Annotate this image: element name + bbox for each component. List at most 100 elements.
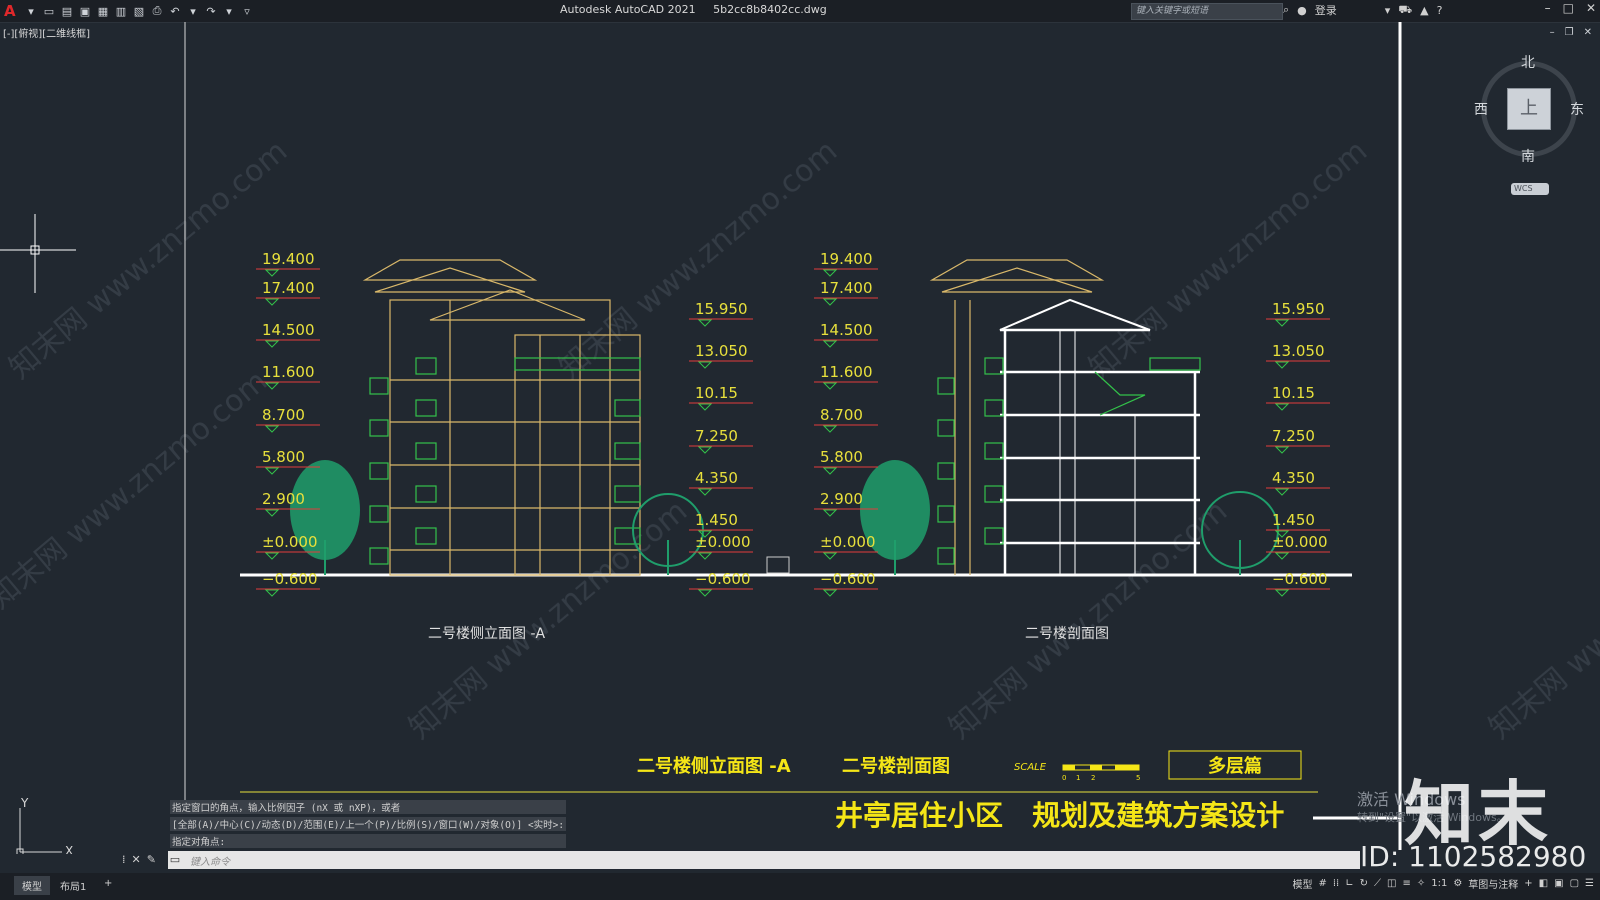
elevation-label: 17.400 — [820, 279, 873, 297]
open-folder-icon[interactable]: ▤ — [60, 4, 74, 18]
snap-icon[interactable]: ⁞⁞ — [1333, 878, 1339, 889]
compass-west[interactable]: 西 — [1474, 99, 1488, 119]
elevation-marker — [1274, 446, 1290, 454]
id-watermark: ID: 1102582980 — [1360, 840, 1587, 873]
annotation-scale-icon[interactable]: ✧ — [1417, 878, 1425, 889]
print-icon[interactable]: ⎙ — [150, 4, 164, 18]
tab-layout1[interactable]: 布局1 — [52, 876, 94, 895]
command-prompt-icon[interactable]: ▭ — [168, 853, 182, 867]
drawing-canvas[interactable]: 知末网 www.znzmo.com 知末网 www.znzmo.com 知末网 … — [0, 22, 1600, 854]
elevation-label: −0.600 — [820, 570, 876, 588]
a360-icon[interactable]: ▲ — [1420, 4, 1428, 17]
elevation-label: 7.250 — [695, 427, 738, 445]
stamp-text: 多层篇 — [1208, 755, 1262, 777]
hardware-accel-icon[interactable]: ▣ — [1554, 878, 1563, 889]
plus-icon[interactable]: + — [1524, 878, 1532, 889]
caption-elevation-a: 二号楼侧立面图 -A — [428, 626, 546, 642]
file-name: 5b2cc8b8402cc.dwg — [713, 3, 827, 16]
gear-icon[interactable]: ⚙ — [1453, 878, 1462, 889]
command-line-tools: ⁞ ✕ ✎ — [122, 853, 156, 866]
web-mobile-save-icon[interactable]: ▧ — [132, 4, 146, 18]
command-grip-icon[interactable]: ⁞ — [122, 853, 126, 866]
command-customize-icon[interactable]: ✎ — [147, 853, 156, 866]
elevation-marker — [264, 509, 280, 517]
project-title: 井亭居住小区 规划及建筑方案设计 — [835, 799, 1284, 832]
osnap-icon[interactable]: ◫ — [1387, 878, 1396, 889]
save-as-icon[interactable]: ▦ — [96, 4, 110, 18]
elevation-marker — [822, 298, 838, 306]
command-line[interactable]: ▭ 键入命令 — [168, 851, 1360, 869]
car — [766, 556, 790, 574]
login-dropdown-icon[interactable]: ▾ — [1385, 4, 1391, 17]
scale-bar: 0 1 2 5 — [1062, 764, 1140, 782]
watermark-text: 知末网 www.znzmo.com — [1483, 494, 1600, 746]
window-controls: – □ ✕ — [1545, 1, 1596, 15]
save-icon[interactable]: ▣ — [78, 4, 92, 18]
user-icon[interactable]: ● — [1297, 4, 1307, 17]
elevation-label: 19.400 — [820, 250, 873, 268]
app-menu-chevron-icon[interactable]: ▾ — [24, 4, 38, 18]
elevation-marker — [1274, 488, 1290, 496]
elevation-label: ±0.000 — [695, 533, 751, 551]
elevation-label: −0.600 — [1272, 570, 1328, 588]
autocad-logo-icon[interactable]: A — [4, 2, 20, 20]
tab-model[interactable]: 模型 — [14, 876, 50, 895]
redo-dropdown-icon[interactable]: ▾ — [222, 4, 236, 18]
search-icon[interactable]: ⌕ — [1283, 3, 1289, 17]
elevation-label: 11.600 — [262, 363, 315, 381]
command-input[interactable]: 键入命令 — [186, 853, 1360, 868]
wcs-menu-button[interactable]: WCS — [1511, 183, 1549, 195]
compass-east[interactable]: 东 — [1570, 99, 1584, 119]
elevation-label: ±0.000 — [820, 533, 876, 551]
elevation-marker — [822, 425, 838, 433]
elevation-marker — [264, 298, 280, 306]
polar-icon[interactable]: ↻ — [1360, 878, 1368, 889]
undo-dropdown-icon[interactable]: ▾ — [186, 4, 200, 18]
lineweight-icon[interactable]: ≡ — [1402, 878, 1410, 889]
minimize-icon[interactable]: – — [1545, 1, 1551, 15]
elevation-marker — [697, 446, 713, 454]
elevation-marker — [822, 589, 838, 597]
redo-icon[interactable]: ↷ — [204, 4, 218, 18]
cart-icon[interactable]: ⛟ — [1398, 3, 1412, 18]
elevation-marker — [1274, 403, 1290, 411]
annotation-scale-value[interactable]: 1:1 — [1431, 878, 1447, 889]
scale-tick: 0 — [1062, 774, 1066, 782]
elevation-label: 2.900 — [820, 490, 863, 508]
workspace-switch[interactable]: 草图与注释 — [1468, 876, 1518, 891]
add-layout-tab[interactable]: + — [96, 876, 120, 891]
viewcube-top-face[interactable]: 上 — [1507, 88, 1551, 130]
elevation-marker — [822, 340, 838, 348]
grid-icon[interactable]: # — [1318, 878, 1326, 889]
elevation-marker — [1274, 552, 1290, 560]
elevation-label: 5.800 — [262, 448, 305, 466]
elevation-marker — [1274, 361, 1290, 369]
app-title: Autodesk AutoCAD 2021 — [560, 3, 696, 16]
model-space-toggle[interactable]: 模型 — [1292, 876, 1312, 891]
undo-icon[interactable]: ↶ — [168, 4, 182, 18]
new-file-icon[interactable]: ▭ — [42, 4, 56, 18]
customize-qat-icon[interactable]: ▿ — [240, 4, 254, 18]
watermark-layer: 知末网 www.znzmo.com 知末网 www.znzmo.com 知末网 … — [0, 134, 1600, 746]
window-title: Autodesk AutoCAD 2021 5b2cc8b8402cc.dwg — [560, 3, 841, 16]
customize-menu-icon[interactable]: ☰ — [1585, 878, 1594, 889]
elevation-marker — [264, 425, 280, 433]
command-close-icon[interactable]: ✕ — [132, 853, 141, 866]
maximize-icon[interactable]: □ — [1563, 1, 1574, 15]
isolate-icon[interactable]: ◧ — [1539, 878, 1548, 889]
elevation-label: 15.950 — [695, 300, 748, 318]
login-link[interactable]: 登录 — [1315, 2, 1337, 18]
clean-screen-icon[interactable]: ▢ — [1570, 878, 1579, 889]
help-icon[interactable]: ? — [1437, 4, 1443, 17]
search-input[interactable]: 键入关键字或短语 — [1131, 3, 1283, 20]
isometric-icon[interactable]: ⟋ — [1374, 878, 1381, 889]
compass-north[interactable]: 北 — [1521, 52, 1535, 72]
web-mobile-open-icon[interactable]: ▥ — [114, 4, 128, 18]
crosshair-cursor — [0, 214, 76, 293]
ortho-icon[interactable]: ∟ — [1345, 878, 1353, 889]
scale-tick: 5 — [1136, 774, 1140, 782]
close-icon[interactable]: ✕ — [1586, 1, 1596, 15]
viewcube[interactable]: 上 北 南 西 东 — [1474, 55, 1584, 165]
compass-south[interactable]: 南 — [1521, 146, 1535, 166]
elevation-label: 7.250 — [1272, 427, 1315, 445]
